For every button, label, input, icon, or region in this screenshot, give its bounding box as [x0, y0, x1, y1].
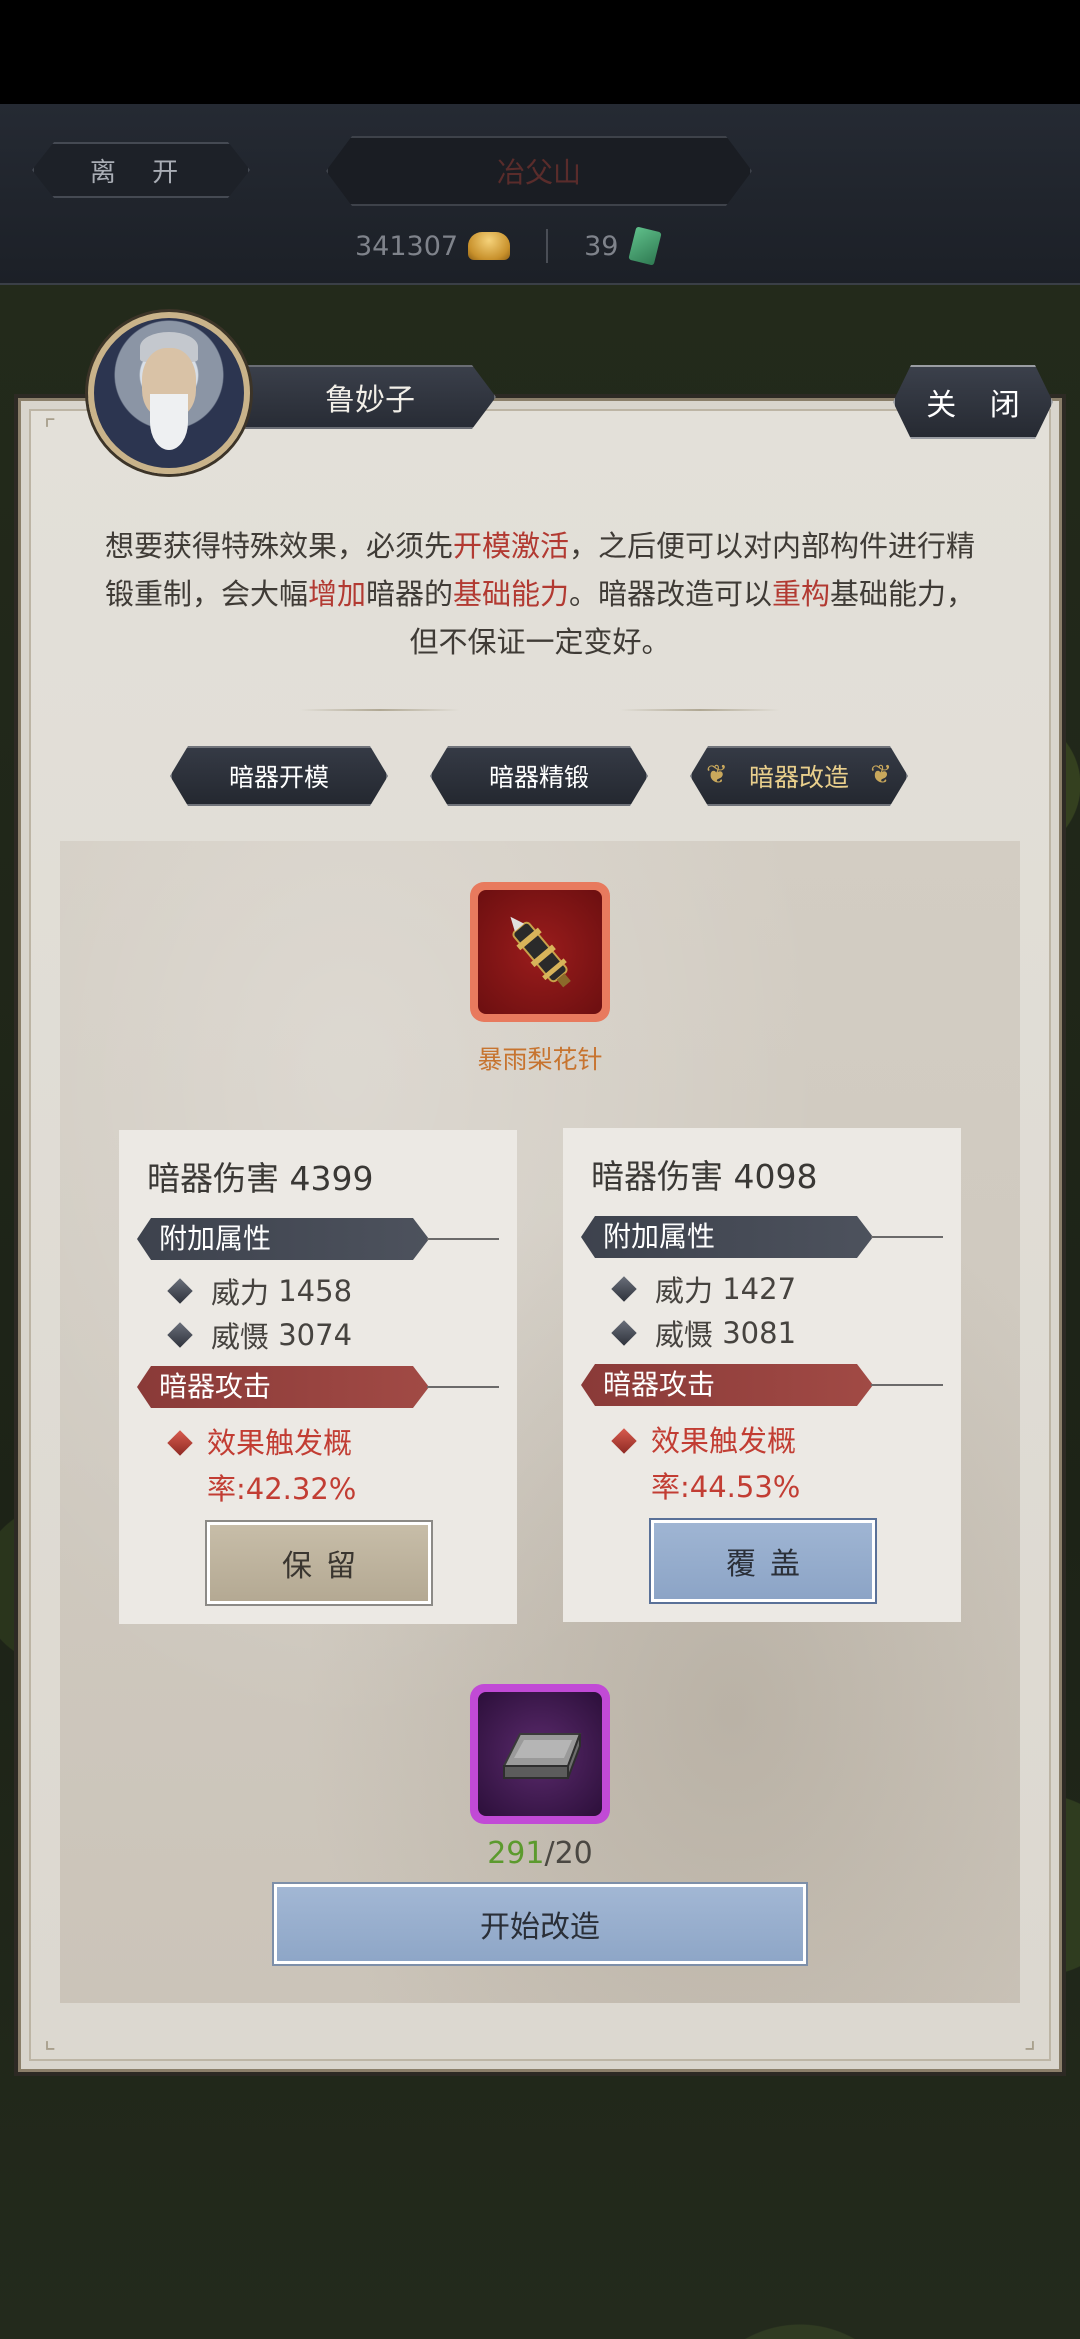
attr-row: 威力 1427	[611, 1268, 797, 1310]
effect-chance: 效果触发概率:42.32%	[207, 1426, 357, 1506]
attack-section-label: 暗器攻击	[137, 1366, 429, 1408]
attr-value: 3081	[722, 1316, 797, 1350]
damage-value: 4399	[289, 1159, 374, 1198]
desc-highlight: 重构	[772, 577, 831, 611]
damage-line: 暗器伤害 4399	[147, 1152, 373, 1200]
jade-amount: 39	[584, 230, 619, 262]
close-button[interactable]: 关 闭	[893, 365, 1053, 439]
diamond-icon	[167, 1278, 193, 1304]
attr-name: 威慑	[655, 1318, 714, 1352]
diamond-icon	[167, 1322, 193, 1348]
desc-highlight: 开模激活	[452, 529, 569, 563]
attr-row: 威慑 3074	[167, 1314, 353, 1356]
corner-ornament-icon: ⌞	[43, 2025, 57, 2055]
bonus-section-label: 附加属性	[581, 1216, 873, 1258]
npc-name-plate: 鲁妙子	[244, 365, 496, 429]
currency-divider	[546, 229, 549, 263]
iron-ingot-icon	[502, 1733, 582, 1779]
diamond-icon	[611, 1276, 637, 1302]
tab-forge[interactable]: 暗器精锻	[430, 746, 648, 806]
attr-row: 威慑 3081	[611, 1312, 797, 1354]
damage-line: 暗器伤害 4098	[591, 1150, 817, 1198]
bonus-section-header: 附加属性	[581, 1216, 943, 1258]
material-slot[interactable]	[470, 1684, 610, 1824]
currency-row: 341307 39	[355, 224, 663, 268]
weapon-name: 暴雨梨花针	[477, 1045, 603, 1074]
npc-avatar	[88, 312, 250, 474]
overwrite-button[interactable]: 覆盖	[649, 1518, 877, 1604]
attr-name: 威力	[655, 1274, 714, 1308]
attr-row: 威力 1458	[167, 1270, 353, 1312]
tab-open-mold[interactable]: 暗器开模	[170, 746, 388, 806]
avatar-beard	[150, 394, 188, 450]
red-diamond-icon	[167, 1430, 193, 1456]
bonus-section-label: 附加属性	[137, 1218, 429, 1260]
desc-highlight: 增加	[307, 577, 366, 611]
effect-chance: 效果触发概率:44.53%	[651, 1424, 801, 1504]
current-stats-card: 暗器伤害 4399 附加属性 威力 1458 威慑 3074 暗器攻击 效果触发…	[119, 1130, 517, 1624]
new-stats-card: 暗器伤害 4098 附加属性 威力 1427 威慑 3081 暗器攻击 效果触发…	[563, 1128, 961, 1622]
desc-segment: 想要获得特殊效果，必须先	[104, 529, 453, 563]
material-slot-inner	[478, 1692, 602, 1816]
corner-ornament-icon: ⌜	[43, 415, 57, 445]
gold-amount: 341307	[355, 230, 459, 262]
corner-ornament-icon: ⌟	[1023, 2025, 1037, 2055]
tab-reform[interactable]: 暗器改造	[690, 746, 908, 806]
damage-value: 4098	[733, 1157, 818, 1196]
attr-value: 1458	[278, 1274, 353, 1308]
leave-button[interactable]: 离 开	[32, 142, 250, 198]
location-title: 冶父山	[326, 136, 752, 206]
status-bar	[0, 0, 1080, 104]
attr-value: 1427	[722, 1272, 797, 1306]
weapon-slot[interactable]	[470, 882, 610, 1022]
attr-name: 威慑	[211, 1320, 270, 1354]
attack-section-label: 暗器攻击	[581, 1364, 873, 1406]
keep-button[interactable]: 保留	[205, 1520, 433, 1606]
jade-icon	[628, 226, 663, 266]
start-reform-button[interactable]: 开始改造	[272, 1882, 808, 1966]
desc-highlight: 基础能力	[452, 577, 569, 611]
attack-section-header: 暗器攻击	[137, 1366, 499, 1408]
attr-value: 3074	[278, 1318, 353, 1352]
material-have: 291	[487, 1836, 545, 1871]
red-diamond-icon	[611, 1428, 637, 1454]
material-count: 291/20	[390, 1836, 690, 1871]
damage-label: 暗器伤害	[591, 1157, 723, 1196]
weapon-slot-inner	[478, 890, 602, 1014]
needle-case-icon	[510, 916, 571, 988]
description-text: 想要获得特殊效果，必须先开模激活，之后便可以对内部构件进行精锻重制，会大幅增加暗…	[100, 522, 980, 666]
gold-ingot-icon	[468, 232, 511, 260]
attack-section-header: 暗器攻击	[581, 1364, 943, 1406]
material-need: /20	[544, 1836, 593, 1871]
diamond-icon	[611, 1320, 637, 1346]
damage-label: 暗器伤害	[147, 1159, 279, 1198]
desc-segment: 。暗器改造可以	[569, 577, 773, 611]
bonus-section-header: 附加属性	[137, 1218, 499, 1260]
desc-segment: 暗器的	[365, 577, 453, 611]
attr-name: 威力	[211, 1276, 270, 1310]
ornamental-divider	[300, 704, 780, 716]
